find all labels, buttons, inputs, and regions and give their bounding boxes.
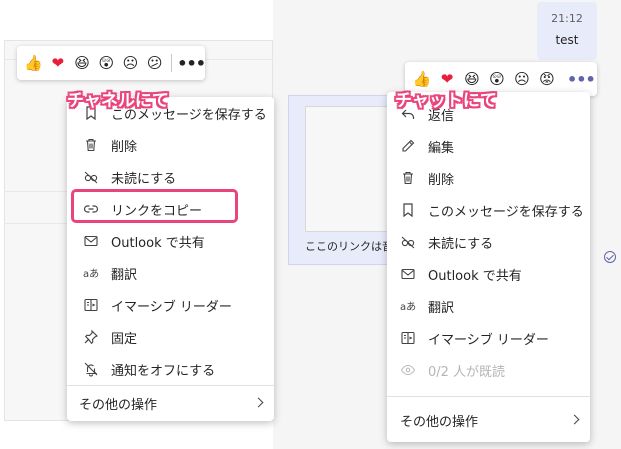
angry-icon[interactable]: 😡 bbox=[536, 68, 558, 90]
unread-icon bbox=[83, 169, 99, 185]
link-preview-card[interactable]: ここのリンクは音 bbox=[288, 95, 405, 265]
menu-item-label: このメッセージを保存する bbox=[428, 204, 584, 220]
translate-icon: aあ bbox=[400, 298, 416, 314]
more-options-icon[interactable]: ••• bbox=[177, 54, 206, 73]
pin-icon bbox=[83, 329, 99, 345]
svg-text:aあ: aあ bbox=[400, 301, 416, 313]
pencil-icon bbox=[400, 138, 416, 154]
menu-item-label: イマーシブ リーダー bbox=[111, 299, 232, 315]
immersive-reader-icon bbox=[400, 330, 416, 346]
chat-annotation: チャットにて bbox=[395, 91, 497, 111]
menu-item[interactable]: Outlook で共有 bbox=[387, 258, 590, 290]
channel-annotation: チャネルにて bbox=[67, 91, 169, 111]
read-receipt-icon bbox=[604, 251, 616, 263]
menu-item: 0/2 人が既読 bbox=[387, 354, 590, 386]
message-time: 21:12 bbox=[551, 12, 583, 25]
menu-item-label: 翻訳 bbox=[428, 300, 455, 316]
svg-text:aあ: aあ bbox=[83, 268, 99, 280]
menu-item-label: 編集 bbox=[428, 140, 455, 156]
menu-item[interactable]: イマーシブ リーダー bbox=[387, 322, 590, 354]
menu-item-label: 未読にする bbox=[111, 171, 177, 187]
menu-item-label: 未読にする bbox=[428, 236, 494, 252]
more-actions-label: その他の操作 bbox=[400, 414, 479, 430]
sad-icon[interactable]: ☹ bbox=[120, 52, 141, 74]
menu-item[interactable]: 削除 bbox=[67, 129, 274, 161]
mail-icon bbox=[83, 233, 99, 249]
menu-item-label: 固定 bbox=[111, 331, 138, 347]
menu-item[interactable]: 固定 bbox=[67, 321, 274, 353]
menu-divider bbox=[387, 396, 590, 397]
menu-item-label: 0/2 人が既読 bbox=[428, 364, 506, 380]
highlight-copy-link bbox=[71, 189, 238, 223]
more-actions-label: その他の操作 bbox=[79, 397, 158, 413]
bell-off-icon bbox=[83, 361, 99, 377]
laugh-icon[interactable]: 😆 bbox=[71, 52, 92, 74]
more-actions-item[interactable]: その他の操作 bbox=[387, 403, 590, 437]
trash-icon bbox=[83, 137, 99, 153]
more-options-icon[interactable]: ••• bbox=[567, 70, 596, 89]
unread-icon bbox=[400, 234, 416, 250]
chevron-right-icon bbox=[253, 397, 264, 408]
eye-icon bbox=[400, 362, 416, 378]
angry-icon[interactable]: 😕 bbox=[144, 52, 165, 74]
mail-icon bbox=[400, 266, 416, 282]
chat-context-menu: 返信 編集 削除 このメッセージを保存する 未読にする Outlook で共有 aあ 翻訳 イマ… bbox=[387, 92, 590, 442]
trash-icon bbox=[400, 170, 416, 186]
menu-item[interactable]: イマーシブ リーダー bbox=[67, 289, 274, 321]
message-text: test bbox=[555, 33, 579, 47]
menu-item-label: イマーシブ リーダー bbox=[428, 332, 549, 348]
channel-context-menu: このメッセージを保存する 削除 未読にする リンクをコピー Outlook で共有 aあ翻… bbox=[67, 97, 274, 421]
heart-icon[interactable]: ❤ bbox=[47, 52, 68, 74]
sad-icon[interactable]: ☹ bbox=[511, 68, 533, 90]
immersive-reader-icon bbox=[83, 297, 99, 313]
menu-item[interactable]: aあ 翻訳 bbox=[67, 257, 274, 289]
divider bbox=[171, 54, 173, 72]
menu-item[interactable]: Outlook で共有 bbox=[67, 225, 274, 257]
chevron-right-icon bbox=[569, 414, 580, 425]
menu-item[interactable]: 編集 bbox=[387, 130, 590, 162]
chat-message-bubble[interactable]: 21:12 test bbox=[537, 2, 597, 60]
menu-item[interactable]: aあ 翻訳 bbox=[387, 290, 590, 322]
more-actions-item[interactable]: その他の操作 bbox=[67, 386, 274, 420]
menu-item-label: 翻訳 bbox=[111, 267, 138, 283]
bookmark-icon bbox=[400, 202, 416, 218]
menu-item[interactable]: 未読にする bbox=[387, 226, 590, 258]
menu-item-label: Outlook で共有 bbox=[111, 235, 205, 251]
menu-item[interactable]: 削除 bbox=[387, 162, 590, 194]
like-icon[interactable]: 👍 bbox=[23, 52, 44, 74]
translate-icon: aあ bbox=[83, 265, 99, 281]
channel-reaction-bar: 👍 ❤ 😆 😲 ☹ 😕 ••• bbox=[17, 46, 206, 80]
menu-item-label: Outlook で共有 bbox=[428, 268, 522, 284]
menu-item-label: 削除 bbox=[428, 172, 455, 188]
menu-item-label: 削除 bbox=[111, 139, 138, 155]
menu-item[interactable]: 通知をオフにする bbox=[67, 353, 274, 385]
surprised-icon[interactable]: 😲 bbox=[96, 52, 117, 74]
menu-item[interactable]: このメッセージを保存する bbox=[387, 194, 590, 226]
menu-item-label: 通知をオフにする bbox=[111, 363, 216, 379]
